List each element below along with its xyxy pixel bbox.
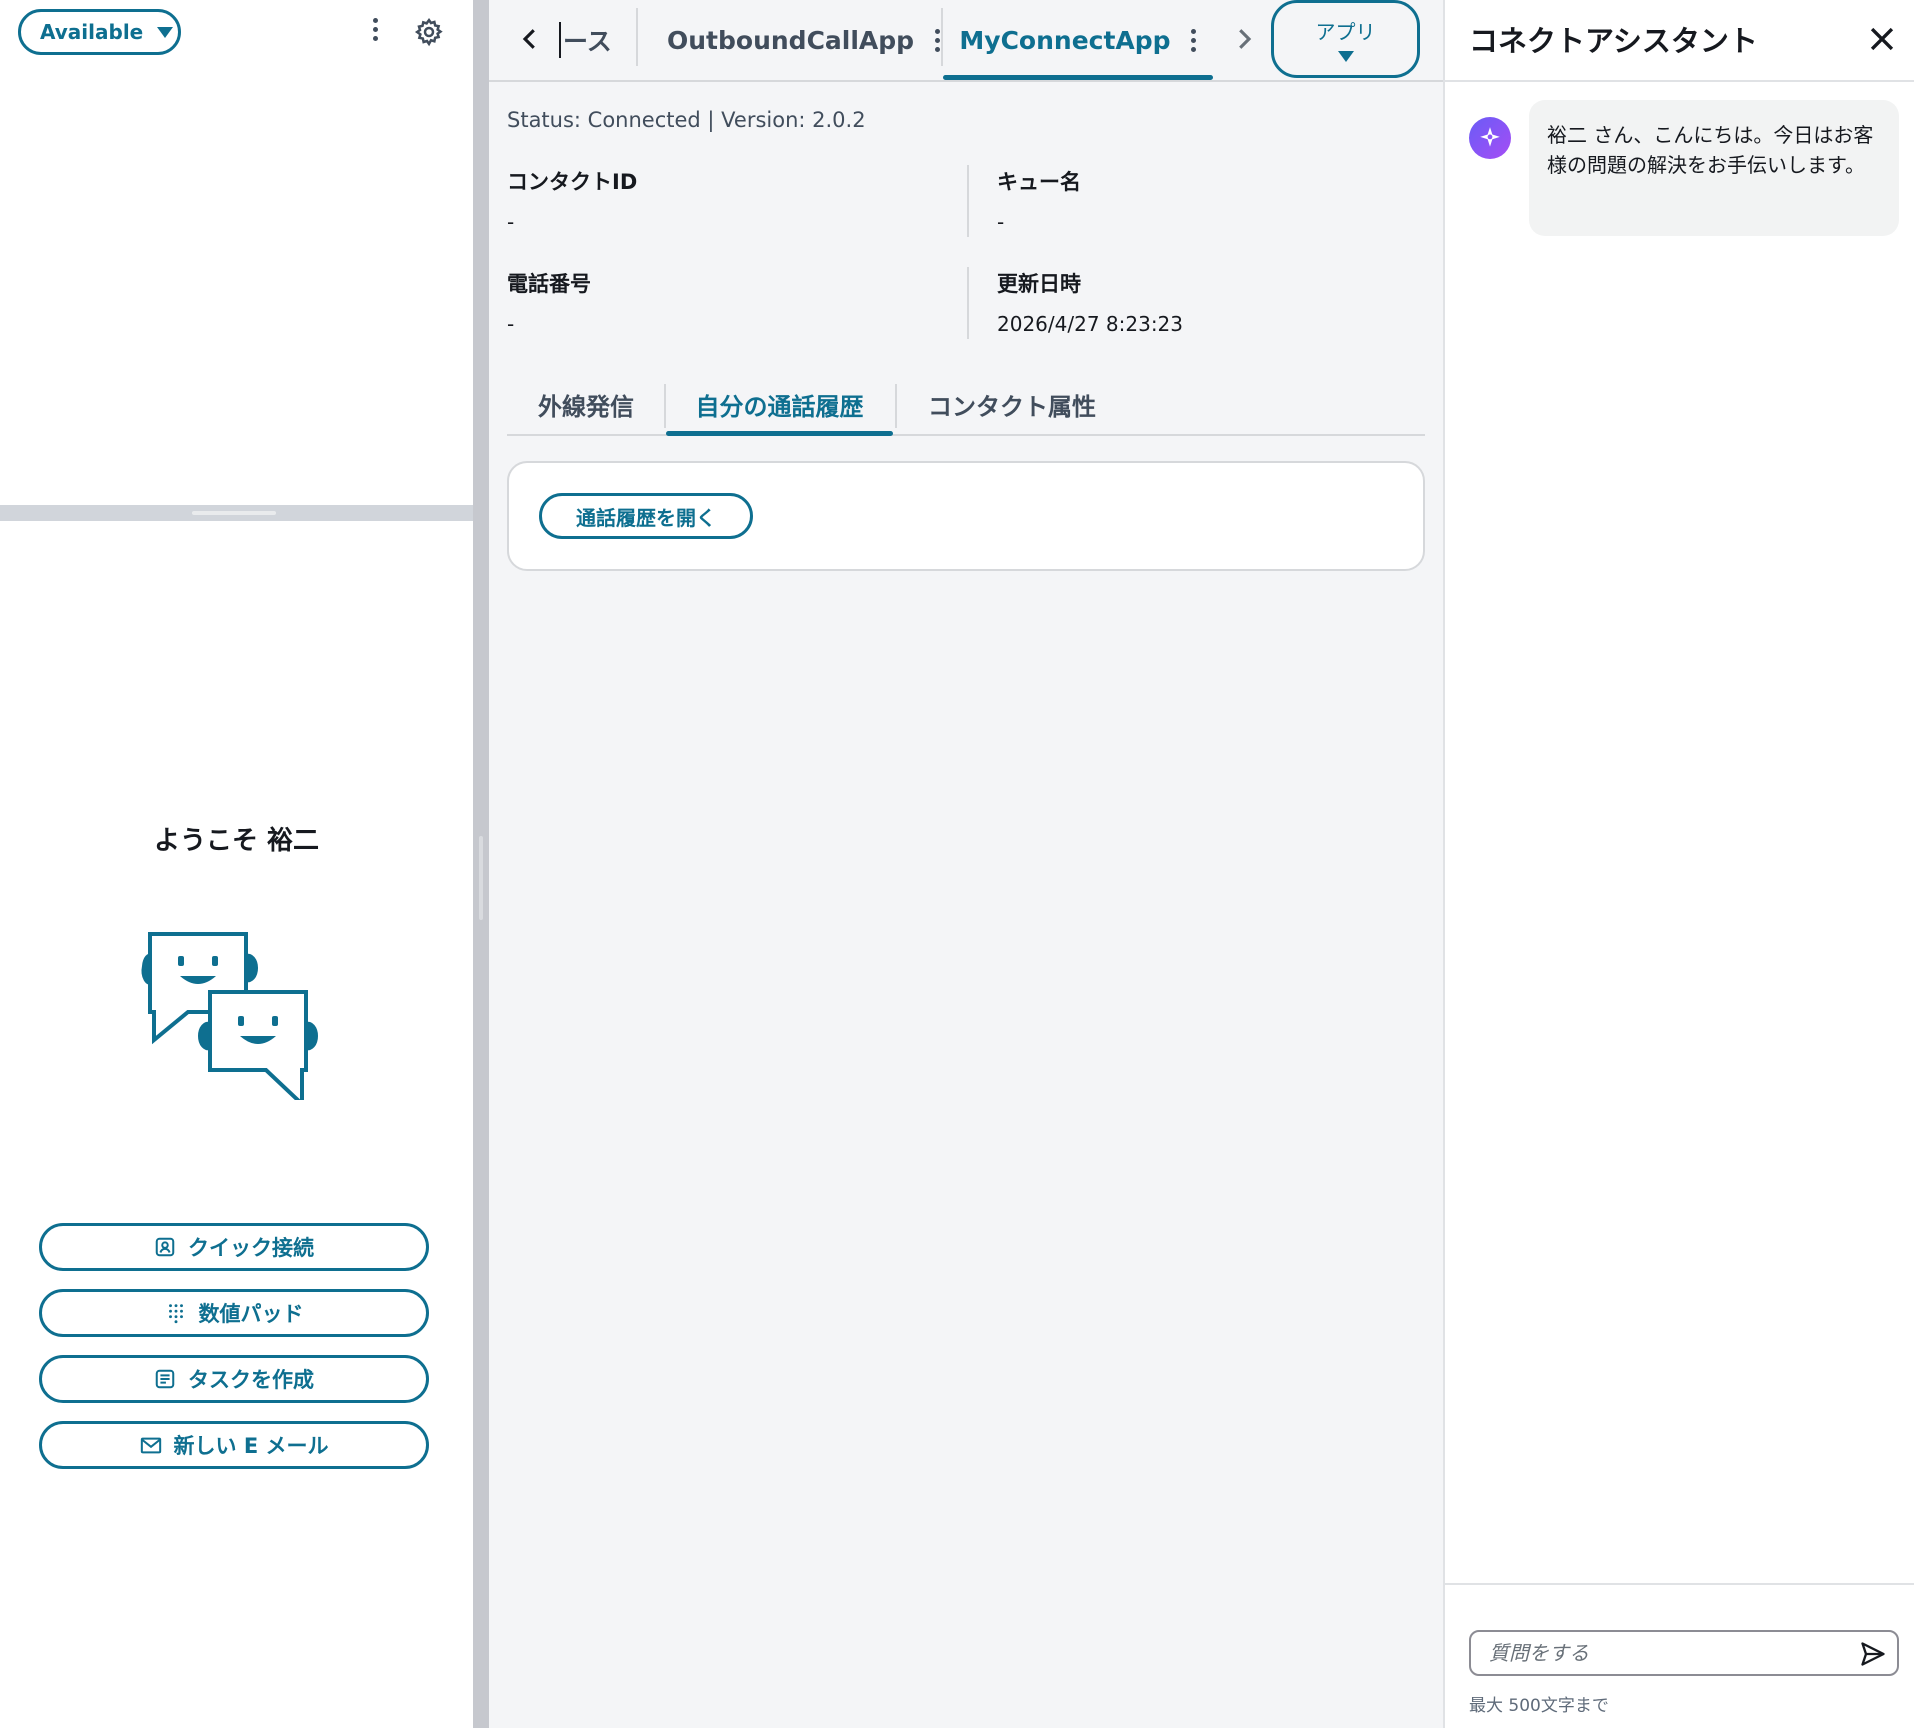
chevron-down-icon	[1337, 51, 1354, 62]
quick-connect-button[interactable]: クイック接続	[39, 1223, 429, 1271]
subtab-label: 外線発信	[538, 392, 634, 421]
new-email-button[interactable]: 新しい E メール	[39, 1421, 429, 1469]
app-tab-bar: ース OutboundCallApp MyConnectApp アプリ	[489, 0, 1443, 82]
close-icon[interactable]	[1865, 22, 1899, 56]
more-options-icon[interactable]	[372, 18, 378, 41]
create-task-button[interactable]: タスクを作成	[39, 1355, 429, 1403]
tab-my-connect-app[interactable]: MyConnectApp	[943, 0, 1213, 80]
chevron-left-icon[interactable]	[515, 24, 545, 54]
connect-assistant-panel: コネクトアシスタント 裕二 さん、こんにちは。今日はお客様の問題の解決をお手伝い…	[1443, 0, 1914, 1728]
question-input[interactable]	[1469, 1630, 1899, 1676]
task-icon	[155, 1369, 175, 1389]
welcome-message: ようこそ 裕二	[153, 826, 320, 856]
agent-status-dropdown[interactable]: Available	[18, 9, 181, 55]
field-label: コンタクトID	[507, 170, 638, 194]
subtab-outbound-call[interactable]: 外線発信	[507, 374, 665, 434]
ccp-panel: Available ようこそ 裕二 クイック接続 数値パッド タスクを作成 新し…	[0, 0, 473, 1728]
horizontal-splitter[interactable]	[0, 505, 473, 521]
create-task-label: タスクを作成	[188, 1368, 314, 1392]
send-icon[interactable]	[1859, 1640, 1887, 1668]
contact-id-field: コンタクトID -	[507, 166, 947, 234]
queue-name-field: キュー名 -	[997, 166, 1437, 234]
chevron-down-icon	[157, 26, 174, 38]
char-limit-note: 最大 500文字まで	[1469, 1696, 1609, 1716]
apps-menu-button[interactable]: アプリ	[1271, 0, 1420, 78]
phone-number-field: 電話番号 -	[507, 268, 947, 336]
vertical-splitter[interactable]	[473, 0, 489, 1728]
number-pad-label: 数値パッド	[198, 1302, 304, 1326]
field-value: -	[507, 210, 515, 234]
contact-card-icon	[155, 1237, 175, 1257]
mail-icon	[140, 1437, 161, 1454]
tab-outbound-call-app[interactable]: OutboundCallApp	[667, 0, 940, 80]
quick-connect-label: クイック接続	[188, 1236, 314, 1260]
number-pad-button[interactable]: 数値パッド	[39, 1289, 429, 1337]
assistant-title: コネクトアシスタント	[1469, 24, 1758, 58]
field-label: キュー名	[997, 170, 1081, 194]
tab-label: OutboundCallApp	[667, 25, 915, 55]
subtab-label: 自分の通話履歴	[695, 392, 864, 421]
updated-at-field: 更新日時 2026/4/27 8:23:23	[997, 268, 1437, 336]
assistant-avatar	[1469, 117, 1511, 159]
gear-icon[interactable]	[414, 17, 444, 47]
chat-bubbles-illustration	[141, 932, 319, 1100]
subtab-bar: 外線発信 自分の通話履歴 コンタクト属性	[507, 374, 1425, 436]
tab-label: MyConnectApp	[959, 25, 1171, 55]
field-label: 電話番号	[507, 272, 591, 296]
chevron-right-icon[interactable]	[1229, 24, 1259, 54]
app-area: ース OutboundCallApp MyConnectApp アプリ Stat…	[489, 0, 1443, 1728]
tab-scroll-indicator	[559, 22, 561, 58]
tab-menu-icon[interactable]	[934, 28, 940, 52]
subtab-contact-attributes[interactable]: コンタクト属性	[897, 374, 1127, 434]
field-value: -	[507, 312, 515, 336]
tab-truncated[interactable]: ース	[563, 0, 612, 80]
assistant-header: コネクトアシスタント	[1445, 0, 1914, 82]
subtab-my-call-history[interactable]: 自分の通話履歴	[666, 374, 893, 436]
connection-status: Status: Connected | Version: 2.0.2	[507, 108, 866, 132]
agent-status-label: Available	[40, 20, 144, 44]
new-email-label: 新しい E メール	[173, 1434, 329, 1458]
field-label: 更新日時	[997, 272, 1081, 296]
dialpad-icon	[168, 1304, 183, 1324]
field-value: 2026/4/27 8:23:23	[997, 312, 1184, 336]
tab-menu-icon[interactable]	[1191, 28, 1197, 52]
assistant-input-area: 最大 500文字まで	[1445, 1583, 1914, 1728]
apps-menu-label: アプリ	[1315, 20, 1376, 44]
sparkle-icon	[1480, 127, 1500, 147]
tab-label: ース	[563, 27, 612, 56]
open-call-history-button[interactable]: 通話履歴を開く	[539, 493, 753, 539]
field-value: -	[997, 210, 1005, 234]
call-history-card: 通話履歴を開く	[507, 461, 1425, 571]
assistant-message: 裕二 さん、こんにちは。今日はお客様の問題の解決をお手伝いします。	[1529, 100, 1899, 236]
subtab-label: コンタクト属性	[928, 392, 1096, 421]
